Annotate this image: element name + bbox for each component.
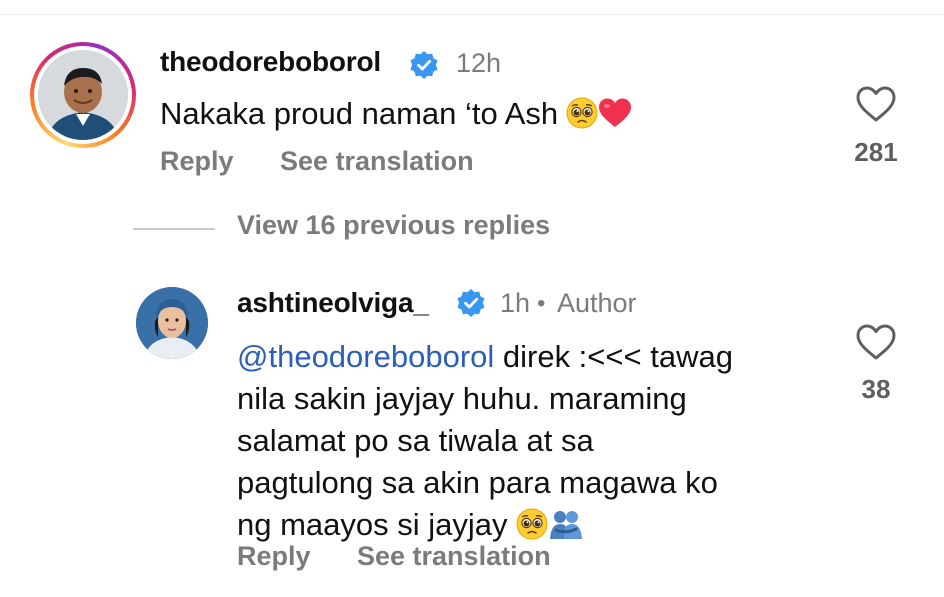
reply-reply-button[interactable]: Reply [237,541,311,572]
pleading-face-emoji [566,97,598,129]
comment-like-count: 281 [854,137,898,167]
mention-link[interactable]: @theodoreboborol [237,339,494,374]
reply-like-count: 38 [861,374,891,404]
meta-separator: • [537,290,546,317]
comment-text-content: Nakaka proud naman ‘to Ash [160,96,559,131]
pleading-face-emoji [516,508,548,540]
story-ring-avatar[interactable] [30,42,136,148]
comment-text: Nakaka proud naman ‘to Ash [160,93,632,135]
reply-text-line-1: @theodoreboborol direk :<<< tawag [237,336,733,378]
red-heart-emoji [599,98,632,127]
reply-text-line-5: ng maayos si jayjay [237,504,733,546]
reply-text-line-3: salamat po sa tiwala at sa [237,423,594,458]
comment-see-translation-button[interactable]: See translation [280,146,474,177]
people-hugging-emoji [549,511,582,539]
reply-avatar[interactable] [136,287,208,359]
reply-text-line-1-rest: direk :<<< tawag [494,339,733,374]
reply-username[interactable]: ashtineolviga_ [237,287,429,319]
reply-text-line-4: pagtulong sa akin para magawa ko [237,465,718,500]
verified-badge-icon [457,289,485,317]
heart-outline-icon[interactable] [855,323,897,361]
author-badge: Author [557,288,637,318]
reply-timestamp: 1h [500,288,531,318]
comment-username[interactable]: theodoreboborol [160,46,381,78]
reply-text-line-2: nila sakin jayjay huhu. maraming [237,381,687,416]
reply-text: @theodoreboborol direk :<<< tawag nila s… [237,336,733,546]
comment-timestamp: 12h [456,48,502,78]
heart-outline-icon[interactable] [855,85,897,123]
avatar [38,50,128,140]
reply-text-line-5-content: ng maayos si jayjay [237,507,508,542]
top-divider [0,14,944,15]
reply-see-translation-button[interactable]: See translation [357,541,551,572]
view-previous-replies-button[interactable]: View 16 previous replies [237,210,550,241]
comment-reply-button[interactable]: Reply [160,146,234,177]
replies-divider-line [133,228,215,230]
verified-badge-icon [410,51,438,79]
